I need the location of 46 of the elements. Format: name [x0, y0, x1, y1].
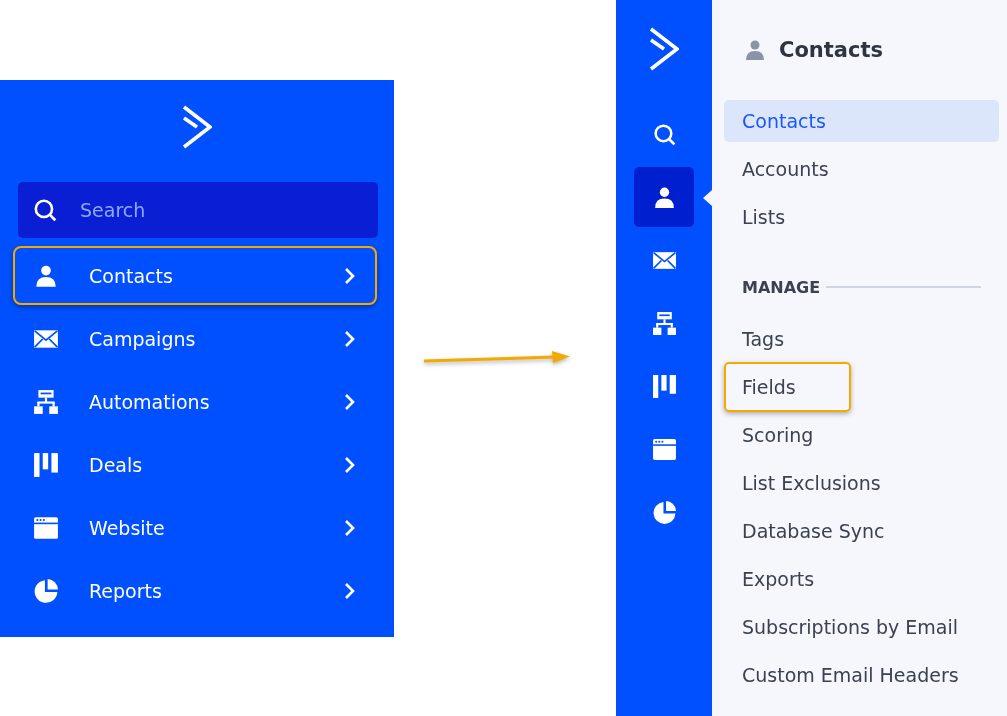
menu-label: Reports: [89, 579, 163, 602]
menu-item[interactable]: Contacts: [13, 246, 377, 305]
chevron-right-icon: [343, 518, 355, 537]
menu-label: Deals: [89, 453, 144, 476]
submenu-item[interactable]: Tags: [724, 318, 999, 360]
submenu-item[interactable]: Fields: [724, 362, 851, 412]
browser-window-icon: [651, 436, 677, 462]
menu-item[interactable]: Automations: [13, 372, 377, 431]
pie-chart-icon: [651, 499, 677, 525]
logo-icon: [649, 27, 679, 71]
chevron-right-icon: [343, 455, 355, 474]
search-icon: [32, 197, 58, 223]
menu-item[interactable]: Website: [13, 498, 377, 557]
menu-label: Contacts: [89, 264, 174, 287]
submenu-item[interactable]: Subscriptions by Email: [724, 606, 999, 648]
search-icon: [651, 121, 677, 147]
rail-button[interactable]: [634, 167, 694, 227]
hierarchy-icon: [33, 388, 59, 415]
columns-icon: [33, 451, 59, 478]
panel-title: Contacts: [779, 38, 883, 62]
menu-label: Campaigns: [89, 327, 197, 350]
submenu-item[interactable]: Database Sync: [724, 510, 999, 552]
search-field[interactable]: Search: [18, 182, 378, 238]
logo-icon: [182, 105, 212, 149]
menu-item[interactable]: Campaigns: [13, 309, 377, 368]
chevron-right-icon: [343, 266, 355, 285]
hierarchy-icon: [651, 310, 677, 336]
submenu-item[interactable]: Custom Email Headers: [724, 654, 999, 696]
pie-chart-icon: [33, 577, 59, 604]
menu-label: Website: [89, 516, 166, 539]
columns-icon: [651, 373, 677, 399]
section-heading: MANAGE: [742, 277, 821, 297]
submenu-item[interactable]: Accounts: [724, 148, 999, 190]
person-icon: [743, 38, 767, 62]
chevron-right-icon: [343, 392, 355, 411]
menu-item[interactable]: Reports: [13, 561, 377, 620]
menu-label: Automations: [89, 390, 211, 413]
submenu-item[interactable]: List Exclusions: [724, 462, 999, 504]
browser-window-icon: [33, 514, 59, 541]
submenu-item[interactable]: Scoring: [724, 414, 999, 456]
submenu-item[interactable]: Lists: [724, 196, 999, 238]
submenu-item[interactable]: Exports: [724, 558, 999, 600]
menu-item[interactable]: Deals: [13, 435, 377, 494]
submenu-item[interactable]: Contacts: [724, 100, 999, 142]
chevron-right-icon: [343, 581, 355, 600]
chevron-right-icon: [343, 329, 355, 348]
